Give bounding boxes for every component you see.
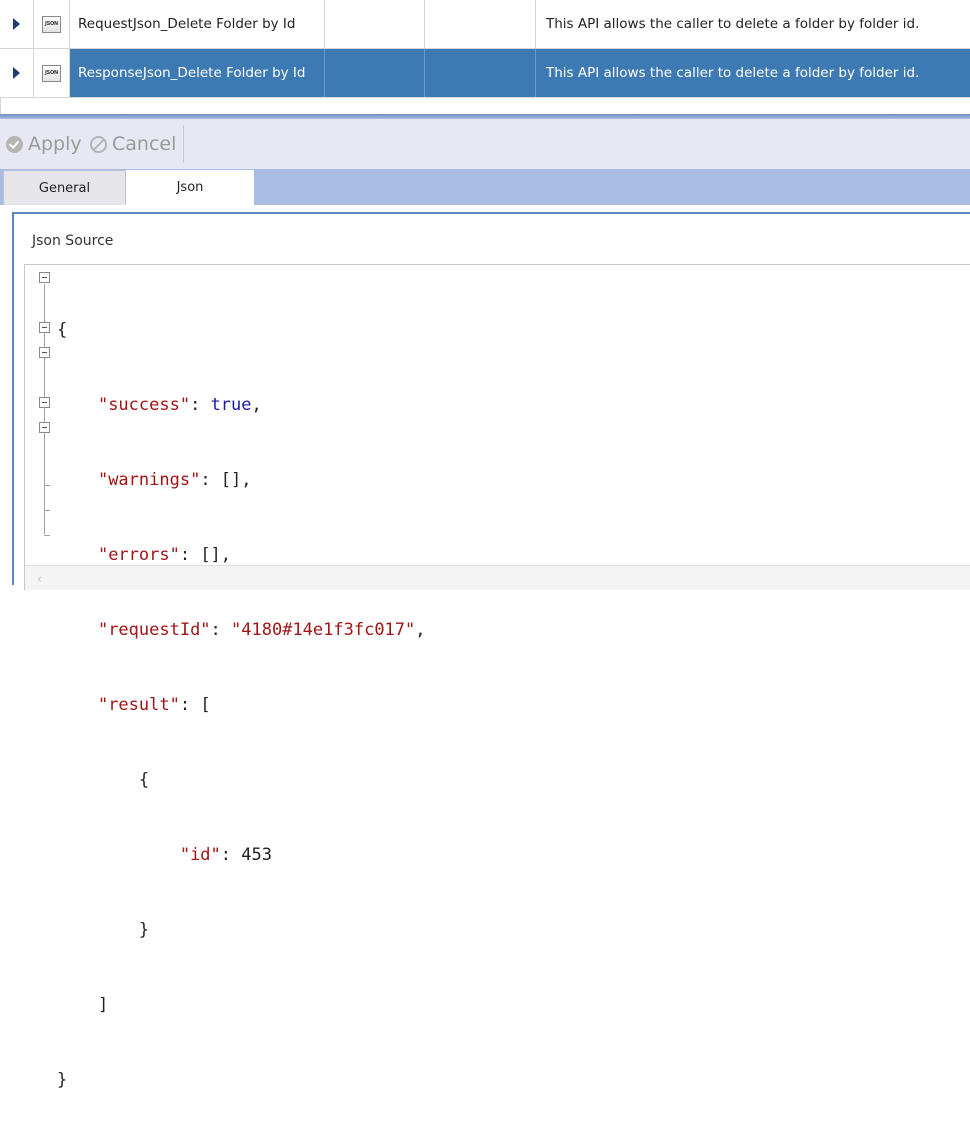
code-line: ] bbox=[57, 995, 109, 1015]
fold-gutter bbox=[25, 265, 55, 590]
toolbar-separator bbox=[183, 125, 184, 163]
row-description[interactable]: This API allows the caller to delete a f… bbox=[536, 0, 970, 48]
json-file-icon: JSON bbox=[42, 15, 61, 33]
code-line: { bbox=[57, 320, 68, 340]
grid-row[interactable]: JSON RequestJson_Delete Folder by Id Thi… bbox=[0, 0, 970, 49]
code-line: "requestId": "4180#14e1f3fc017", bbox=[97, 620, 426, 640]
json-source-title: Json Source bbox=[32, 233, 114, 249]
cancel-label: Cancel bbox=[112, 133, 177, 155]
fold-toggle-icon[interactable] bbox=[39, 272, 50, 283]
row-col-3[interactable] bbox=[325, 0, 425, 48]
row-expand-arrow[interactable] bbox=[0, 49, 34, 97]
expand-arrow-icon bbox=[13, 67, 20, 79]
row-col-3[interactable] bbox=[325, 49, 425, 97]
json-code: { "success": true, "warnings": [], "erro… bbox=[57, 268, 426, 1143]
toolbar: Apply Cancel bbox=[0, 119, 970, 169]
json-file-icon-cell: JSON bbox=[34, 49, 70, 97]
tab-json[interactable]: Json bbox=[126, 170, 254, 205]
grid-row-selected[interactable]: JSON ResponseJson_Delete Folder by Id Th… bbox=[0, 49, 970, 98]
fold-toggle-icon[interactable] bbox=[39, 397, 50, 408]
fold-toggle-icon[interactable] bbox=[39, 422, 50, 433]
tab-bar: General Json bbox=[0, 169, 970, 205]
row-col-4[interactable] bbox=[425, 49, 536, 97]
fold-end-marker bbox=[44, 485, 50, 486]
row-name[interactable]: ResponseJson_Delete Folder by Id bbox=[70, 49, 325, 97]
horizontal-scrollbar[interactable]: ‹ bbox=[25, 565, 970, 590]
api-grid: JSON RequestJson_Delete Folder by Id Thi… bbox=[0, 0, 970, 116]
fold-toggle-icon[interactable] bbox=[39, 322, 50, 333]
fold-toggle-icon[interactable] bbox=[39, 347, 50, 358]
code-line: "id": 453 bbox=[179, 845, 272, 865]
scroll-left-icon[interactable]: ‹ bbox=[37, 572, 42, 586]
code-line: { bbox=[57, 770, 150, 790]
json-editor[interactable]: { "success": true, "warnings": [], "erro… bbox=[24, 264, 970, 1090]
expand-arrow-icon bbox=[13, 18, 20, 30]
fold-end-marker bbox=[44, 535, 50, 536]
apply-button[interactable]: Apply bbox=[6, 133, 82, 155]
code-line: "warnings": [], bbox=[97, 470, 252, 490]
row-description[interactable]: This API allows the caller to delete a f… bbox=[536, 49, 970, 97]
row-name[interactable]: RequestJson_Delete Folder by Id bbox=[70, 0, 325, 48]
cancel-circle-icon bbox=[90, 135, 107, 153]
cancel-button[interactable]: Cancel bbox=[90, 133, 176, 155]
apply-label: Apply bbox=[28, 133, 82, 155]
json-file-icon-cell: JSON bbox=[34, 0, 70, 48]
check-circle-icon bbox=[6, 135, 23, 153]
tab-general[interactable]: General bbox=[3, 170, 126, 205]
code-line: } bbox=[57, 920, 150, 940]
json-source-panel: Json Source { "success": true, "warnings… bbox=[12, 212, 970, 1090]
code-line: "result": [ bbox=[97, 695, 211, 715]
row-expand-arrow[interactable] bbox=[0, 0, 34, 48]
code-line: } bbox=[57, 1070, 68, 1090]
json-file-icon: JSON bbox=[42, 64, 61, 82]
row-col-4[interactable] bbox=[425, 0, 536, 48]
fold-end-marker bbox=[44, 510, 50, 511]
code-line: "success": true, bbox=[97, 395, 262, 415]
